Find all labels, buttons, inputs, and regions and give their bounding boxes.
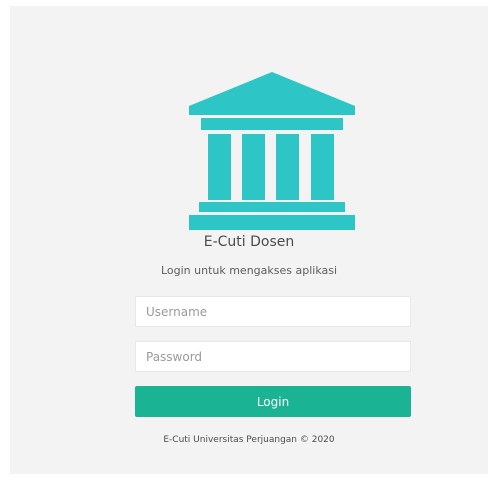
footer-copyright: E-Cuti Universitas Perjuangan © 2020 [163, 435, 335, 445]
government-building-icon [187, 70, 357, 230]
login-subtitle: Login untuk mengakses aplikasi [160, 264, 338, 277]
app-title: E-Cuti Dosen [203, 234, 295, 250]
username-input[interactable] [135, 296, 411, 327]
password-input[interactable] [135, 341, 411, 372]
login-panel: E-Cuti Dosen Login untuk mengakses aplik… [10, 6, 488, 474]
login-button[interactable]: Login [135, 386, 411, 417]
